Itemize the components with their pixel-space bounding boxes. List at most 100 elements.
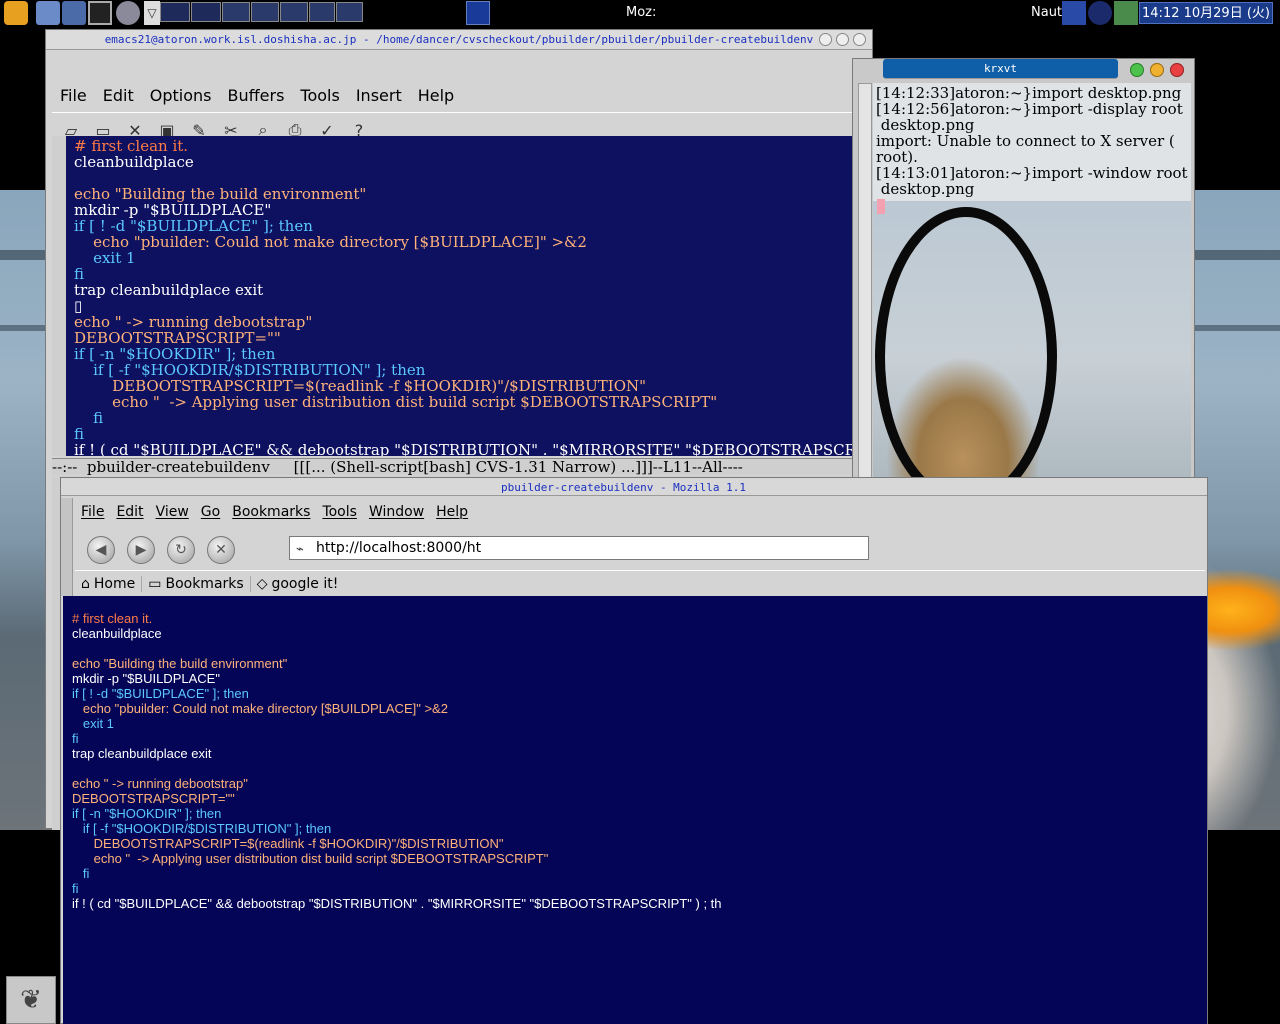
monitor-icon[interactable] [1114,1,1138,25]
code-line: mkdir -p "$BUILDPLACE" [72,671,220,686]
code-line: if [ -n "$HOOKDIR" ]; then [72,806,222,821]
code-line: exit 1 [72,716,114,731]
workspace-7[interactable] [336,2,363,22]
clock-applet-icon[interactable] [1088,1,1112,25]
gnome-foot-icon[interactable] [4,1,28,25]
menu-help[interactable]: Help [410,86,462,105]
menu-file[interactable]: File [52,86,95,105]
code-line: fi [72,866,90,881]
page-content[interactable]: # first clean it. cleanbuildplace echo "B… [63,596,1207,1024]
book-icon[interactable] [62,1,86,25]
terminal-line: [14:12:56]atoron:~}import -display root [876,100,1183,118]
bookmarks-label: Bookmarks [165,575,244,592]
url-bar[interactable]: ⌁ http://localhost:8000/ht [289,536,869,560]
code-line: echo " -> running debootstrap" [74,313,313,331]
folder-icon[interactable] [36,1,60,25]
code-line: echo " -> Applying user distribution dis… [74,393,718,411]
workspace-6[interactable] [309,2,335,22]
code-line: DEBOOTSTRAPSCRIPT=$(readlink -f $HOOKDIR… [74,377,647,395]
menu-insert[interactable]: Insert [348,86,410,105]
code-line: if [ ! -d "$BUILDPLACE" ]; then [74,217,313,235]
menu-buffers[interactable]: Buffers [220,86,293,105]
minimize-icon[interactable] [1130,63,1144,77]
menu-edit[interactable]: Edit [110,504,149,520]
workspace-1[interactable] [160,2,190,22]
menu-file[interactable]: File [75,504,110,520]
code-line: if ! ( cd "$BUILDPLACE" && debootstrap "… [72,896,722,911]
terminal-icon[interactable] [88,1,112,25]
code-line: fi [74,409,104,427]
home-icon: ⌂ [81,575,90,592]
close-icon[interactable] [853,33,866,46]
maximize-icon[interactable] [836,33,849,46]
code-line: echo "pbuilder: Could not make directory… [74,233,587,251]
gimp-icon[interactable] [116,1,140,25]
personal-toolbar: ⌂ Home ▭ Bookmarks ◇ google it! [75,570,1205,596]
code-line: DEBOOTSTRAPSCRIPT="" [72,791,235,806]
terminal-line: root). [876,148,918,166]
stop-icon[interactable]: ✕ [207,536,235,564]
krxvt-window-buttons [1130,63,1184,77]
krxvt-title-bar[interactable]: krxvt [883,59,1118,79]
workspace-3[interactable] [222,2,250,22]
workspace-5[interactable] [280,2,308,22]
menu-options[interactable]: Options [142,86,220,105]
emacs-buffer[interactable]: # first clean it. cleanbuildplace echo "B… [52,136,860,456]
toolbar-grippy[interactable] [61,498,73,596]
code-line: trap cleanbuildplace exit [74,281,264,299]
workspace-4[interactable] [251,2,279,22]
google-label: google it! [271,575,339,592]
menu-edit[interactable]: Edit [95,86,142,105]
google-bookmark[interactable]: ◇ google it! [251,576,345,592]
forward-icon[interactable]: ▶ [127,536,155,564]
task-moz-label[interactable]: Moz: [626,5,656,20]
pager-down-icon[interactable]: ▽ [144,1,160,25]
terminal-line: desktop.png [876,180,975,198]
code-line: if [ -f "$HOOKDIR/$DISTRIBUTION" ]; then [74,361,426,379]
minimize-icon[interactable] [819,33,832,46]
mozilla-window: pbuilder-createbuildenv - Mozilla 1.1 Fi… [60,477,1208,1024]
menu-bookmarks[interactable]: Bookmarks [226,504,316,520]
emacs-title-bar[interactable]: emacs21@atoron.work.isl.doshisha.ac.jp -… [46,30,872,50]
emacs-menubar: File Edit Options Buffers Tools Insert Help [52,78,860,112]
desktop: ▽ Moz: Naut 14:12 10月29日 (火) emacs21@ato… [0,0,1280,1024]
code-line: if [ -n "$HOOKDIR" ]; then [74,345,276,363]
code-line: # first clean it. [74,137,189,155]
mozilla-title-bar[interactable]: pbuilder-createbuildenv - Mozilla 1.1 [61,478,1207,496]
code-line: fi [74,265,85,283]
terminal-line: import: Unable to connect to X server ( [876,132,1175,150]
workspace-2[interactable] [191,2,221,22]
menu-tools[interactable]: Tools [316,504,363,520]
menu-go[interactable]: Go [195,504,226,520]
menu-view[interactable]: View [150,504,195,520]
panel-clock[interactable]: 14:12 10月29日 (火) [1139,2,1273,24]
reload-icon[interactable]: ↻ [167,536,195,564]
code-line: echo "Building the build environment" [72,656,288,671]
menu-tools[interactable]: Tools [292,86,347,105]
code-line: if [ ! -d "$BUILDPLACE" ]; then [72,686,249,701]
code-line: echo "pbuilder: Could not make directory… [72,701,448,716]
maximize-icon[interactable] [1150,63,1164,77]
home-button[interactable]: ⌂ Home [75,575,143,592]
bookmarks-button[interactable]: ▭ Bookmarks [142,575,251,592]
code-line: echo " -> running debootstrap" [72,776,248,791]
back-icon[interactable]: ◀ [87,536,115,564]
menu-help[interactable]: Help [430,504,474,520]
menu-window[interactable]: Window [363,504,430,520]
person-icon[interactable] [1062,1,1086,25]
task-naut-label[interactable]: Naut [1031,5,1062,20]
code-line: fi [74,425,85,443]
code-line: cleanbuildplace [74,153,194,171]
terminal-line: [14:12:33]atoron:~}import desktop.png [876,84,1182,102]
code-line: mkdir -p "$BUILDPLACE" [74,201,272,219]
code-line: echo "Building the build environment" [74,185,367,203]
code-line: fi [72,731,79,746]
terminal-line: [14:13:01]atoron:~}import -window root [876,164,1188,182]
gimp-tool-icon[interactable]: ❦ [6,976,56,1024]
terminal-line: desktop.png [876,116,975,134]
top-panel: ▽ Moz: Naut 14:12 10月29日 (火) [0,0,1280,26]
close-icon[interactable] [1170,63,1184,77]
code-line: ▯ [74,297,83,315]
mozilla-launcher-icon[interactable] [466,1,490,25]
